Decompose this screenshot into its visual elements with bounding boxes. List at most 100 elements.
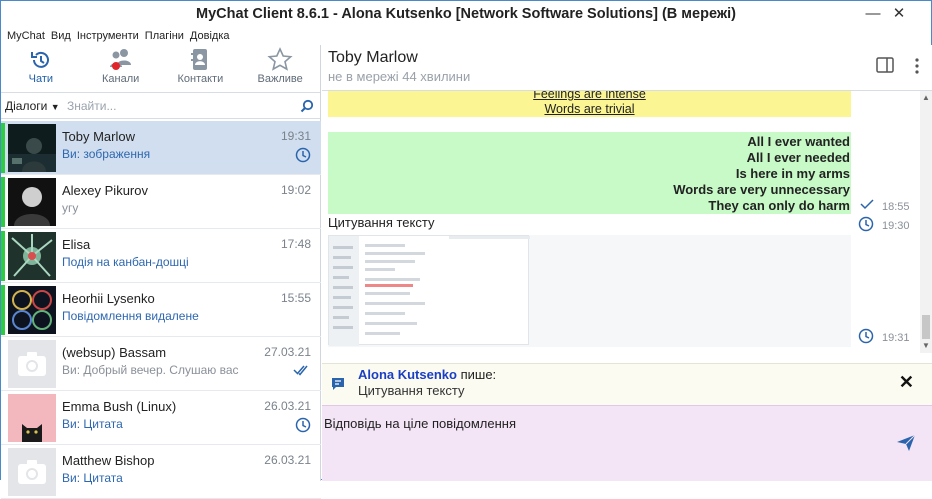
message-bubble-yellow[interactable]: Feelings are intense Words are trivial (328, 91, 851, 117)
contact-last-message: Ви: Цитата (62, 471, 123, 485)
message-quote-text[interactable]: Цитування тексту (328, 215, 434, 230)
tab-contacts[interactable]: Контакти (161, 45, 241, 92)
chevron-down-icon: ▼ (50, 101, 60, 112)
contact-name: Alexey Pikurov (62, 183, 148, 198)
close-window-button[interactable]: ✕ (889, 5, 909, 23)
contact-item[interactable]: (websup) Bassam 27.03.21 Ви: Добрый вече… (1, 337, 321, 391)
message-line: Is here in my arms (735, 166, 850, 181)
left-panel: Чати Канали Контакти Важливе Діалоги ▼ З… (1, 45, 321, 499)
message-scrollbar[interactable]: ▲ ▼ (920, 91, 932, 353)
message-line: All I ever wanted (747, 134, 850, 149)
avatar (8, 286, 56, 334)
contact-item[interactable]: Heorhii Lysenko 15:55 Повідомлення видал… (1, 283, 321, 337)
image-message[interactable] (328, 235, 851, 347)
tab-label: Чати (28, 73, 54, 85)
message-line: Feelings are intense (533, 91, 646, 101)
scroll-down-icon[interactable]: ▼ (922, 341, 930, 350)
tab-important[interactable]: Важливе (240, 45, 320, 92)
contact-item[interactable]: Emma Bush (Linux) 26.03.21 Ви: Цитата (1, 391, 321, 445)
reply-quote-text: Цитування тексту (358, 383, 465, 398)
window-title: MyChat Client 8.6.1 - Alona Kutsenko [Ne… (196, 6, 736, 22)
contact-name: Matthew Bishop (62, 453, 155, 468)
message-line: Words are trivial (544, 102, 635, 116)
check-icon (860, 198, 874, 213)
menu-plugins[interactable]: Плагіни (145, 30, 184, 42)
contact-name: Heorhii Lysenko (62, 291, 155, 306)
contact-name: Toby Marlow (62, 129, 135, 144)
contact-time: 19:02 (280, 183, 311, 197)
sidebar-toggle-icon[interactable] (876, 57, 894, 76)
avatar (8, 178, 56, 226)
more-options-icon[interactable] (914, 57, 920, 78)
message-time: 19:30 (882, 220, 910, 232)
scroll-thumb[interactable] (922, 315, 930, 339)
reply-author-name: Alona Kutsenko (358, 367, 457, 382)
close-icon[interactable]: ✕ (899, 372, 914, 393)
history-clock-icon (1, 47, 81, 73)
clock-icon (858, 216, 874, 235)
search-icon[interactable] (300, 99, 314, 116)
online-status-indicator (1, 393, 5, 443)
message-line: All I ever needed (746, 150, 850, 165)
clock-icon (858, 328, 874, 347)
contact-time: 19:31 (280, 129, 311, 143)
tab-label: Контакти (177, 73, 224, 85)
clock-icon (295, 147, 311, 166)
menu-view[interactable]: Вид (51, 30, 71, 42)
image-thumbnail[interactable] (328, 235, 530, 346)
title-bar: MyChat Client 8.6.1 - Alona Kutsenko [Ne… (1, 1, 931, 27)
message-time: 19:31 (882, 332, 910, 344)
contact-time: 15:55 (280, 291, 311, 305)
reply-verb: пише: (460, 367, 497, 382)
menu-help[interactable]: Довідка (190, 30, 230, 42)
app-window: MyChat Client 8.6.1 - Alona Kutsenko [Ne… (0, 0, 932, 499)
filter-bar: Діалоги ▼ (1, 93, 320, 119)
send-icon[interactable] (896, 434, 916, 455)
chat-header: Toby Marlow не в мережі 44 хвилини (322, 45, 932, 91)
online-status-indicator (1, 123, 5, 173)
contact-time: 26.03.21 (264, 399, 311, 413)
compose-area[interactable]: Відповідь на ціле повідомлення (322, 405, 932, 481)
star-icon (240, 47, 320, 73)
minimize-button[interactable]: — (863, 5, 883, 23)
menu-tools[interactable]: Інструменти (77, 30, 139, 42)
scroll-up-icon[interactable]: ▲ (922, 93, 930, 102)
avatar (8, 340, 56, 388)
nav-tabs: Чати Канали Контакти Важливе (1, 45, 320, 93)
filter-dropdown[interactable]: Діалоги ▼ (1, 99, 67, 113)
contact-last-message: Ви: зображення (62, 147, 151, 161)
double-check-icon (293, 363, 311, 380)
contact-item[interactable]: Alexey Pikurov 19:02 угу (1, 175, 321, 229)
message-time: 18:55 (882, 201, 910, 213)
contact-item[interactable]: Elisa 17:48 Подія на канбан-дошці (1, 229, 321, 283)
contact-name: Elisa (62, 237, 91, 252)
online-status-indicator (1, 177, 5, 227)
search-input[interactable] (67, 98, 287, 113)
tab-label: Канали (101, 73, 140, 85)
contact-item[interactable]: Toby Marlow 19:31 Ви: зображення (1, 121, 321, 175)
online-status-indicator (1, 285, 5, 335)
contact-last-message: угу (62, 201, 79, 215)
tab-label: Важливе (257, 73, 303, 85)
message-input[interactable]: Відповідь на ціле повідомлення (324, 416, 516, 431)
chat-panel: Toby Marlow не в мережі 44 хвилини Feeli… (322, 45, 932, 481)
chat-contact-status: не в мережі 44 хвилини (328, 69, 471, 84)
tab-chats[interactable]: Чати (1, 45, 81, 92)
message-icon (330, 376, 346, 395)
online-status-indicator (1, 231, 5, 281)
online-status-indicator (1, 339, 5, 389)
message-line: Words are very unnecessary (673, 182, 850, 197)
online-status-indicator (1, 447, 5, 497)
message-line: They can only do harm (708, 198, 850, 213)
contact-item[interactable]: Matthew Bishop 26.03.21 Ви: Цитата (1, 445, 321, 499)
channels-people-icon (81, 47, 161, 73)
avatar (8, 394, 56, 442)
contact-name: Emma Bush (Linux) (62, 399, 177, 414)
avatar (8, 232, 56, 280)
filter-dropdown-label: Діалоги (5, 98, 48, 113)
tab-channels[interactable]: Канали (81, 45, 161, 92)
menu-mychat[interactable]: MyChat (7, 30, 45, 42)
avatar (8, 448, 56, 496)
contact-last-message: Подія на канбан-дошці (62, 255, 189, 269)
message-bubble-green[interactable]: All I ever wanted All I ever needed Is h… (328, 132, 851, 214)
